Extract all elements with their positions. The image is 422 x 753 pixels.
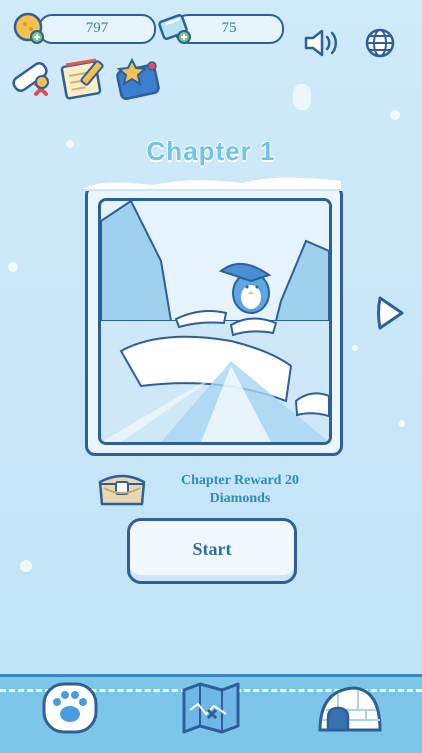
sound-icon[interactable] <box>303 28 341 58</box>
reward-line-1: Chapter Reward 20 <box>181 473 299 488</box>
frame-snow-cap <box>82 175 343 191</box>
start-button[interactable]: Start <box>127 518 297 584</box>
chapter-illustration <box>98 198 332 445</box>
certificate-icon[interactable] <box>6 56 58 102</box>
diamond-icon <box>158 14 191 44</box>
coin-icon <box>13 12 44 44</box>
chapter-card[interactable] <box>82 175 343 456</box>
igloo-icon[interactable] <box>314 680 386 736</box>
chapter-scene <box>101 201 329 442</box>
globe-icon[interactable] <box>363 26 397 60</box>
coin-count: 797 <box>85 20 109 36</box>
treasure-chest-icon[interactable] <box>94 468 150 510</box>
notepad-icon[interactable] <box>58 54 110 102</box>
snow-particle <box>390 110 400 120</box>
chapter-reward-text: Chapter Reward 20 Diamonds <box>160 472 320 508</box>
snow-particle <box>20 560 32 572</box>
snow-particle <box>398 420 405 427</box>
star-book-icon[interactable] <box>113 54 165 102</box>
reward-line-2: Diamonds <box>209 491 271 506</box>
paw-icon[interactable] <box>40 680 100 736</box>
start-button-label: Start <box>192 539 232 559</box>
map-icon[interactable] <box>180 680 242 736</box>
next-chapter-arrow-icon[interactable] <box>374 292 408 334</box>
snow-particle <box>293 84 311 110</box>
chapter-title: Chapter 1 <box>146 136 276 166</box>
coin-counter: 797 <box>38 14 156 44</box>
snow-particle <box>352 345 358 351</box>
snow-particle <box>8 262 18 272</box>
